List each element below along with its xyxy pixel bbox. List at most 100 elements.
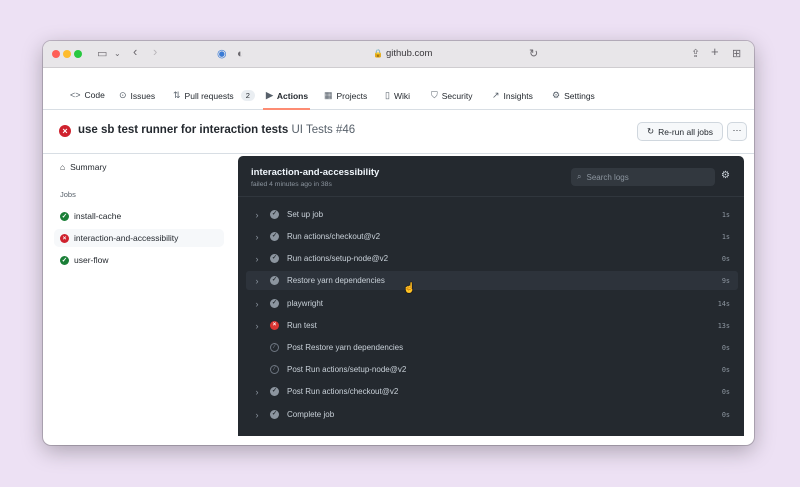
- tab-label: Projects: [336, 90, 368, 101]
- pull-request-icon: ⇅: [173, 90, 181, 100]
- job-label: user-flow: [74, 255, 109, 265]
- tab-actions[interactable]: ▶ Actions: [266, 90, 308, 101]
- step-duration: 9s: [721, 276, 730, 285]
- shield-icon: ⛉: [431, 90, 438, 100]
- chevron-right-icon: ›: [255, 320, 259, 331]
- log-step[interactable]: › ✓ playwright 14s: [246, 294, 738, 313]
- step-name: Restore yarn dependencies: [287, 276, 385, 285]
- tab-label: Code: [84, 90, 105, 100]
- tab-settings[interactable]: ⚙ Settings: [552, 90, 595, 101]
- step-name: Post Run actions/checkout@v2: [287, 387, 399, 396]
- log-step-skipped[interactable]: ⁄ Post Run actions/setup-node@v2 0s: [246, 360, 738, 379]
- check-icon: ✓: [270, 276, 279, 285]
- job-log-panel: interaction-and-accessibility failed 4 m…: [238, 156, 744, 436]
- step-name: Complete job: [287, 410, 335, 419]
- chevron-right-icon: ›: [255, 298, 259, 309]
- tab-pull-requests[interactable]: ⇅ Pull requests 2: [173, 90, 255, 101]
- log-step[interactable]: › ✓ Set up job 1s: [246, 205, 738, 224]
- log-settings-gear-icon[interactable]: ⚙: [721, 170, 730, 181]
- job-item-user-flow[interactable]: ✓ user-flow: [60, 251, 230, 269]
- log-step[interactable]: › ✓ Post Run actions/checkout@v2 0s: [246, 382, 738, 401]
- zoom-window-button[interactable]: [74, 50, 82, 58]
- job-label: install-cache: [74, 211, 122, 221]
- check-icon: ✓: [270, 254, 279, 263]
- chevron-down-icon[interactable]: ⌄: [114, 46, 121, 62]
- log-step-skipped[interactable]: ⁄ Post Restore yarn dependencies 0s: [246, 338, 738, 357]
- jobs-heading: Jobs: [60, 190, 76, 199]
- search-logs-input[interactable]: ⌕ Search logs: [571, 168, 715, 186]
- tab-label: Insights: [503, 90, 533, 101]
- book-icon: ▯: [385, 90, 390, 100]
- tab-projects[interactable]: ▦ Projects: [324, 90, 367, 101]
- check-icon: ✓: [60, 255, 69, 265]
- privacy-shield-icon[interactable]: ◐: [237, 46, 244, 62]
- step-name: Run test: [287, 321, 317, 330]
- tab-issues[interactable]: ⊙ Issues: [119, 90, 155, 101]
- search-icon: ⌕: [577, 172, 582, 181]
- tab-label: Pull requests: [184, 90, 234, 101]
- run-title: use sb test runner for interaction tests…: [78, 124, 355, 136]
- tab-code[interactable]: <> Code: [70, 90, 105, 100]
- issue-icon: ⊙: [119, 90, 127, 100]
- job-item-interaction-and-accessibility[interactable]: × interaction-and-accessibility: [54, 229, 224, 247]
- log-step-failed[interactable]: › × Run test 13s: [246, 316, 738, 335]
- tab-insights[interactable]: ↗ Insights: [492, 90, 533, 101]
- step-duration: 0s: [721, 365, 730, 374]
- minimize-window-button[interactable]: [63, 50, 71, 58]
- run-header: × use sb test runner for interaction tes…: [43, 110, 754, 154]
- step-duration: 0s: [721, 343, 730, 352]
- chevron-right-icon: ›: [255, 386, 259, 397]
- table-icon: ▦: [324, 90, 333, 100]
- job-label: interaction-and-accessibility: [74, 233, 179, 243]
- step-duration: 1s: [721, 232, 730, 241]
- share-icon[interactable]: ⇪: [691, 46, 700, 62]
- forward-icon[interactable]: ›: [153, 44, 157, 60]
- log-panel-title: interaction-and-accessibility: [251, 167, 380, 178]
- new-tab-icon[interactable]: +: [711, 44, 719, 60]
- step-duration: 14s: [717, 299, 730, 308]
- reload-icon[interactable]: ↻: [529, 46, 538, 62]
- summary-label: Summary: [70, 162, 107, 172]
- tab-label: Issues: [130, 90, 156, 101]
- sidebar-toggle-icon[interactable]: ▭: [97, 46, 107, 62]
- job-item-install-cache[interactable]: ✓ install-cache: [60, 207, 230, 225]
- more-options-button[interactable]: ···: [727, 122, 747, 141]
- back-icon[interactable]: ‹: [133, 44, 137, 60]
- repo-nav: <> Code ⊙ Issues ⇅ Pull requests 2 ▶ Actions …: [43, 68, 754, 110]
- chevron-right-icon: ›: [255, 275, 259, 286]
- home-icon: ⌂: [60, 162, 66, 172]
- step-name: Post Run actions/setup-node@v2: [287, 365, 407, 374]
- check-icon: ✓: [270, 232, 279, 241]
- skipped-icon: ⁄: [270, 365, 279, 374]
- check-icon: ✓: [270, 410, 279, 419]
- log-step[interactable]: › ✓ Run actions/setup-node@v2 0s: [246, 249, 738, 268]
- step-duration: 1s: [721, 210, 730, 219]
- tab-wiki[interactable]: ▯ Wiki: [385, 90, 410, 101]
- failure-icon: ×: [59, 125, 71, 137]
- skipped-icon: ⁄: [270, 343, 279, 352]
- chevron-right-icon: ›: [255, 409, 259, 420]
- tab-label: Security: [441, 90, 473, 101]
- play-icon: ▶: [266, 90, 273, 100]
- graph-icon: ↗: [492, 90, 500, 100]
- check-icon: ✓: [270, 299, 279, 308]
- step-name: Run actions/checkout@v2: [287, 232, 381, 241]
- log-step[interactable]: › ✓ Run actions/checkout@v2 1s: [246, 227, 738, 246]
- summary-link[interactable]: ⌂ Summary: [60, 162, 107, 172]
- rerun-label: Re-run all jobs: [658, 126, 713, 137]
- step-name: Run actions/setup-node@v2: [287, 254, 389, 263]
- tab-security[interactable]: ⛉ Security: [431, 90, 472, 101]
- tab-label: Settings: [564, 90, 595, 101]
- address-bar[interactable]: 🔒 github.com: [373, 48, 432, 59]
- rerun-all-jobs-button[interactable]: ↻ Re-run all jobs: [637, 122, 723, 141]
- sync-icon: ↻: [647, 126, 655, 136]
- log-step-hovered[interactable]: › ✓ Restore yarn dependencies 9s: [246, 271, 738, 290]
- gear-icon: ⚙: [552, 90, 561, 100]
- chevron-right-icon: ›: [255, 231, 259, 242]
- password-manager-icon[interactable]: ◉: [217, 46, 227, 62]
- tab-overview-icon[interactable]: ⊞: [732, 46, 741, 62]
- pr-count-badge: 2: [240, 90, 255, 101]
- close-window-button[interactable]: [52, 50, 60, 58]
- step-name: Set up job: [287, 210, 324, 219]
- log-step[interactable]: › ✓ Complete job 0s: [246, 405, 738, 424]
